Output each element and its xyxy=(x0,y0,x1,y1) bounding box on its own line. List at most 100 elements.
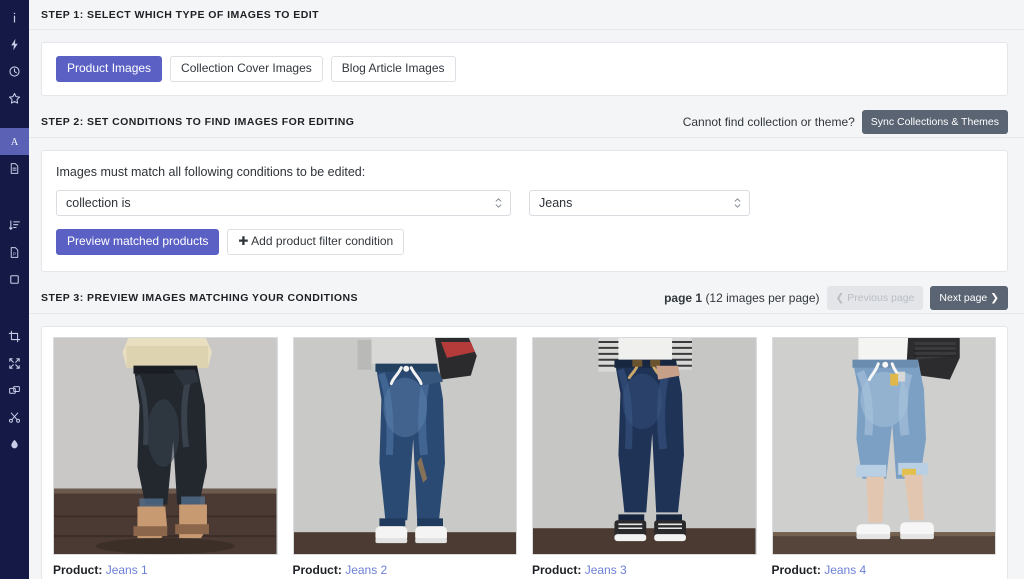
app-root: A P STEP 1: SELECT WHICH TYPE OF IMAGES … xyxy=(0,0,1024,579)
condition-value-select[interactable]: Jeans xyxy=(529,189,750,216)
add-product-filter-condition-button[interactable]: ✚ Add product filter condition xyxy=(227,228,405,255)
step-3-header: STEP 3: PREVIEW IMAGES MATCHING YOUR CON… xyxy=(29,284,1024,314)
square-icon xyxy=(10,275,19,284)
condition-field-select[interactable]: collection is xyxy=(56,189,511,216)
product-link[interactable]: Jeans 3 xyxy=(585,563,627,577)
sidebar-item-crop[interactable] xyxy=(0,323,29,350)
sort-icon xyxy=(9,220,20,230)
product-link[interactable]: Jeans 1 xyxy=(106,563,148,577)
product-label: Product: xyxy=(53,562,103,577)
product-link[interactable]: Jeans 4 xyxy=(824,563,866,577)
step-1-title: STEP 1: SELECT WHICH TYPE OF IMAGES TO E… xyxy=(41,8,319,21)
lightning-icon xyxy=(11,38,18,51)
text-a-icon: A xyxy=(11,137,19,148)
tab-collection-cover-images[interactable]: Collection Cover Images xyxy=(170,56,323,82)
step-2-title: STEP 2: SET CONDITIONS TO FIND IMAGES FO… xyxy=(41,116,355,129)
previous-page-label: Previous page xyxy=(847,292,915,305)
product-line: Product: Jeans 1 xyxy=(53,561,278,579)
expand-arrows-icon xyxy=(9,358,20,369)
product-label: Product: xyxy=(532,562,582,577)
condition-row: collection is Jeans xyxy=(56,189,993,216)
plus-icon: ✚ xyxy=(238,233,249,248)
layers-icon xyxy=(9,386,20,394)
sidebar-item-text[interactable]: A xyxy=(0,128,29,155)
scissors-icon xyxy=(8,412,21,423)
step-2-panel: Images must match all following conditio… xyxy=(41,149,1008,272)
clock-icon xyxy=(9,66,20,77)
product-label: Product: xyxy=(771,562,821,577)
sidebar-item-page[interactable]: P xyxy=(0,239,29,266)
crop-icon xyxy=(8,330,21,343)
step-2-header-actions: Cannot find collection or theme? Sync Co… xyxy=(682,110,1008,135)
blue-jeans-white-sneakers-image xyxy=(293,337,516,554)
page-number: page 1 xyxy=(664,291,703,306)
product-line: Product: Jeans 3 xyxy=(532,561,757,579)
light-cropped-jeans-image xyxy=(772,337,995,554)
product-label: Product: xyxy=(292,562,342,577)
sidebar-item-resize[interactable] xyxy=(0,350,29,377)
previous-page-button[interactable]: ❮ Previous page xyxy=(826,286,924,311)
conditions-label: Images must match all following conditio… xyxy=(56,164,366,179)
product-thumbnail[interactable] xyxy=(292,336,517,555)
sidebar-divider-gap-2 xyxy=(0,182,29,212)
next-page-button[interactable]: Next page ❯ xyxy=(930,286,1008,311)
info-icon xyxy=(13,12,16,23)
document-icon xyxy=(10,163,19,174)
sidebar-divider-gap-1 xyxy=(0,112,29,128)
svg-text:P: P xyxy=(13,251,16,256)
sidebar-item-cut[interactable] xyxy=(0,404,29,431)
main-content: STEP 1: SELECT WHICH TYPE OF IMAGES TO E… xyxy=(29,0,1024,579)
add-condition-label: Add product filter condition xyxy=(251,233,394,248)
chevron-updown-icon xyxy=(495,198,502,208)
product-line: Product: Jeans 2 xyxy=(293,561,518,579)
sidebar-item-favorites[interactable] xyxy=(0,85,29,112)
sync-hint-text: Cannot find collection or theme? xyxy=(682,115,855,130)
navy-jeans-striped-top-image xyxy=(533,337,756,554)
step-2-header: STEP 2: SET CONDITIONS TO FIND IMAGES FO… xyxy=(29,108,1024,138)
sidebar-item-document[interactable] xyxy=(0,155,29,182)
sidebar-divider-gap-3 xyxy=(0,293,29,323)
card-meta: Product: Jeans 1 File Name: jeans-1-jean… xyxy=(53,555,278,579)
condition-actions: Preview matched products ✚ Add product f… xyxy=(56,228,993,255)
image-result-card: Product: Jeans 4 File Name: jeans-4-jean… xyxy=(771,336,997,579)
preview-matched-products-button[interactable]: Preview matched products xyxy=(56,228,220,255)
sidebar-item-quick-actions[interactable] xyxy=(0,31,29,58)
next-page-label: Next page xyxy=(939,292,988,305)
tab-product-images[interactable]: Product Images xyxy=(56,56,163,82)
chevron-updown-icon xyxy=(734,198,741,208)
sidebar-item-overlay[interactable] xyxy=(0,377,29,404)
sync-collections-themes-button[interactable]: Sync Collections & Themes xyxy=(861,110,1008,135)
droplet-icon xyxy=(11,439,18,449)
product-thumbnail[interactable] xyxy=(532,336,757,555)
condition-value-text: Jeans xyxy=(539,195,573,210)
image-results-grid: Product: Jeans 1 File Name: jeans-1-jean… xyxy=(53,336,997,579)
page-indicator: page 1 (12 images per page) xyxy=(664,291,819,305)
image-result-card: Product: Jeans 3 File Name: jeans-3-jean… xyxy=(532,336,757,579)
product-link[interactable]: Jeans 2 xyxy=(345,563,387,577)
step-3-title: STEP 3: PREVIEW IMAGES MATCHING YOUR CON… xyxy=(41,292,358,305)
chevron-left-icon: ❮ xyxy=(835,292,845,305)
sidebar-item-frame[interactable] xyxy=(0,266,29,293)
condition-field-value: collection is xyxy=(66,195,131,210)
sidebar-item-color[interactable] xyxy=(0,431,29,458)
sidebar-item-sort[interactable] xyxy=(0,212,29,239)
svg-text:A: A xyxy=(11,137,19,148)
product-thumbnail[interactable] xyxy=(53,336,278,555)
product-thumbnail[interactable] xyxy=(771,336,996,555)
pagination-controls: page 1 (12 images per page) ❮ Previous p… xyxy=(664,286,1008,311)
step-1-header: STEP 1: SELECT WHICH TYPE OF IMAGES TO E… xyxy=(29,0,1024,30)
sidebar-item-info[interactable] xyxy=(0,4,29,31)
chevron-right-icon: ❯ xyxy=(990,292,999,305)
card-meta: Product: Jeans 4 File Name: jeans-4-jean… xyxy=(772,555,997,579)
sidebar-item-history[interactable] xyxy=(0,58,29,85)
image-result-card: Product: Jeans 2 File Name: jeans-2-jean… xyxy=(292,336,518,579)
star-icon xyxy=(8,92,21,104)
card-meta: Product: Jeans 2 File Name: jeans-2-jean… xyxy=(293,555,518,579)
tab-blog-article-images[interactable]: Blog Article Images xyxy=(330,56,456,82)
left-toolbar: A P xyxy=(0,0,29,579)
product-line: Product: Jeans 4 xyxy=(772,561,997,579)
step-3-panel: Product: Jeans 1 File Name: jeans-1-jean… xyxy=(41,325,1008,579)
page-pdf-icon: P xyxy=(10,247,19,258)
dark-jeans-tan-boots-image xyxy=(54,337,277,554)
step-1-panel: Product Images Collection Cover Images B… xyxy=(41,42,1008,96)
